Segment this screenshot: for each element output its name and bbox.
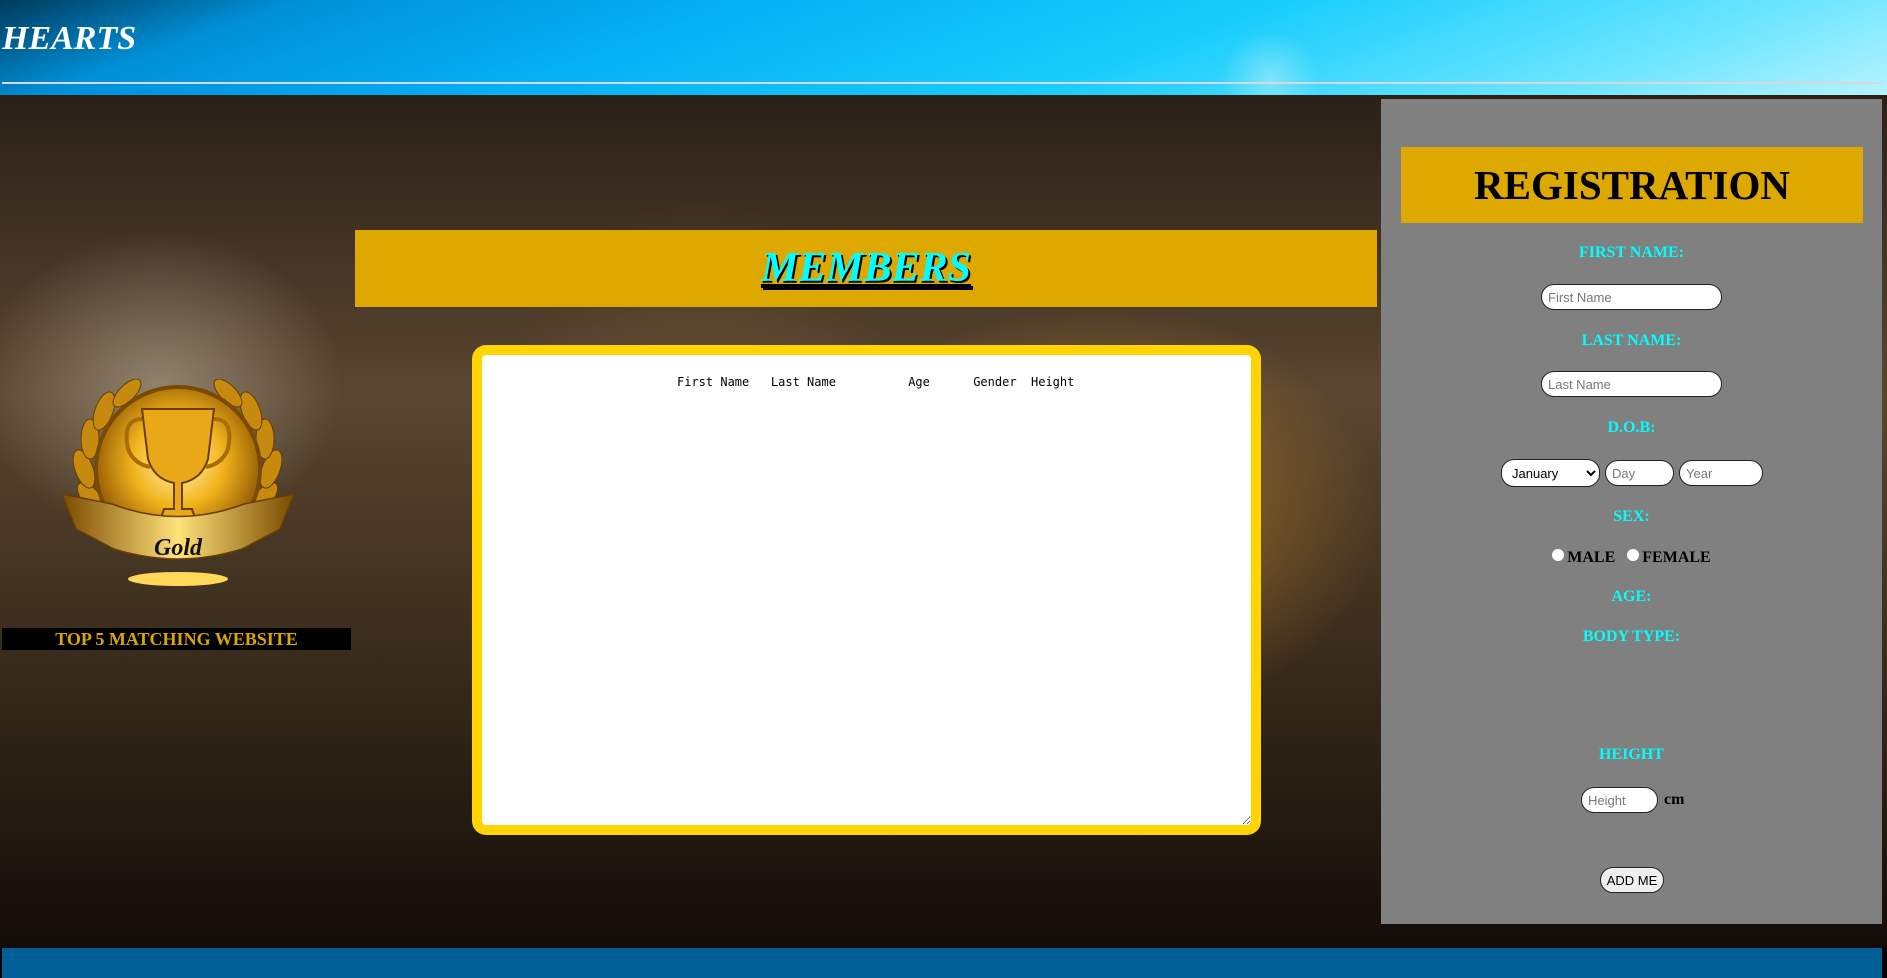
site-title: HEARTS [2,20,137,57]
sex-label: SEX: [1613,508,1650,525]
members-banner: MEMBERS [355,230,1377,307]
day-input[interactable] [1605,460,1674,486]
year-input[interactable] [1679,460,1763,486]
female-label: FEMALE [1642,549,1711,566]
registration-panel: REGISTRATION FIRST NAME: LAST NAME: D.O.… [1381,99,1882,924]
first-name-input[interactable] [1541,284,1722,310]
last-name-label: LAST NAME: [1581,332,1682,349]
month-select[interactable]: January [1501,459,1600,487]
add-me-button[interactable]: ADD ME [1600,867,1664,893]
height-unit: cm [1664,791,1685,808]
sex-options: MALE FEMALE [1381,549,1882,567]
members-column-headers: First Name Last Name Age Gender Height [677,375,1075,389]
height-label: HEIGHT [1599,746,1664,763]
members-box: First Name Last Name Age Gender Height [472,345,1261,835]
members-textarea[interactable] [482,355,1251,825]
members-title: MEMBERS [760,245,972,291]
body-type-label: BODY TYPE: [1582,628,1681,645]
registration-title: REGISTRATION [1401,147,1863,223]
top5-caption: TOP 5 MATCHING WEBSITE [2,628,351,650]
first-name-label: FIRST NAME: [1578,244,1685,261]
last-name-input[interactable] [1541,371,1722,397]
svg-text:Gold: Gold [154,535,203,561]
header-divider [2,82,1882,84]
age-label: AGE: [1611,588,1652,605]
female-radio[interactable] [1627,549,1640,561]
height-input[interactable] [1581,787,1658,813]
gold-trophy-badge-icon: Gold [60,379,296,586]
dob-label: D.O.B: [1607,419,1656,436]
male-radio[interactable] [1552,549,1565,561]
male-label: MALE [1567,549,1616,566]
footer [2,948,1882,978]
site-header: HEARTS [0,0,1887,130]
